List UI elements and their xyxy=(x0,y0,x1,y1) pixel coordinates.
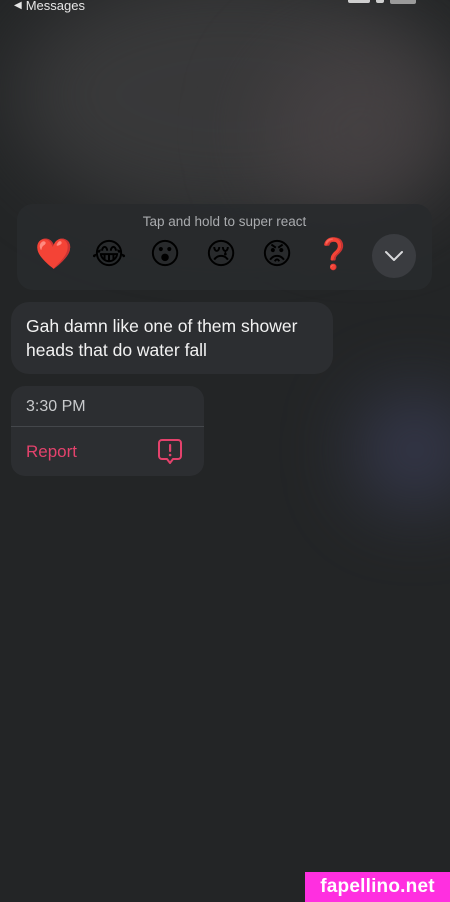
message-text: Gah damn like one of them shower heads t… xyxy=(26,316,298,360)
chevron-down-icon xyxy=(385,251,403,261)
report-bubble-icon xyxy=(158,439,182,464)
angry-reaction-icon[interactable]: 😡 xyxy=(259,237,295,273)
back-triangle-icon: ◀ xyxy=(14,0,22,11)
battery-icon xyxy=(390,0,416,4)
back-label: Messages xyxy=(25,0,85,13)
signal-icon xyxy=(348,0,370,3)
heart-reaction-icon[interactable]: ❤️ xyxy=(35,237,72,273)
super-react-hint: Tap and hold to super react xyxy=(142,214,307,229)
emoji-row: ❤️ 😂 😮 😢 😡 ❓ xyxy=(35,237,352,273)
sad-reaction-icon[interactable]: 😢 xyxy=(203,237,239,273)
watermark: fapellino.net xyxy=(305,872,450,902)
wifi-icon xyxy=(376,0,384,3)
status-indicators xyxy=(348,0,416,4)
question-reaction-icon[interactable]: ❓ xyxy=(315,237,352,273)
laugh-reaction-icon[interactable]: 😂 xyxy=(91,237,127,273)
wow-reaction-icon[interactable]: 😮 xyxy=(147,237,183,273)
background-blur xyxy=(360,395,450,505)
message-bubble[interactable]: Gah damn like one of them shower heads t… xyxy=(11,302,333,374)
report-menu-item[interactable]: Report xyxy=(11,427,204,476)
more-reactions-button[interactable] xyxy=(372,234,416,278)
report-label: Report xyxy=(26,442,78,461)
background-blur xyxy=(260,40,450,220)
back-to-messages-link[interactable]: ◀ Messages xyxy=(14,0,85,14)
reaction-picker: Tap and hold to super react ❤️ 😂 😮 😢 😡 ❓ xyxy=(17,204,432,290)
screen: ◀ Messages Tap and hold to super react ❤… xyxy=(0,0,450,902)
message-timestamp: 3:30 PM xyxy=(26,398,86,415)
message-context-menu: 3:30 PM Report xyxy=(11,386,204,476)
